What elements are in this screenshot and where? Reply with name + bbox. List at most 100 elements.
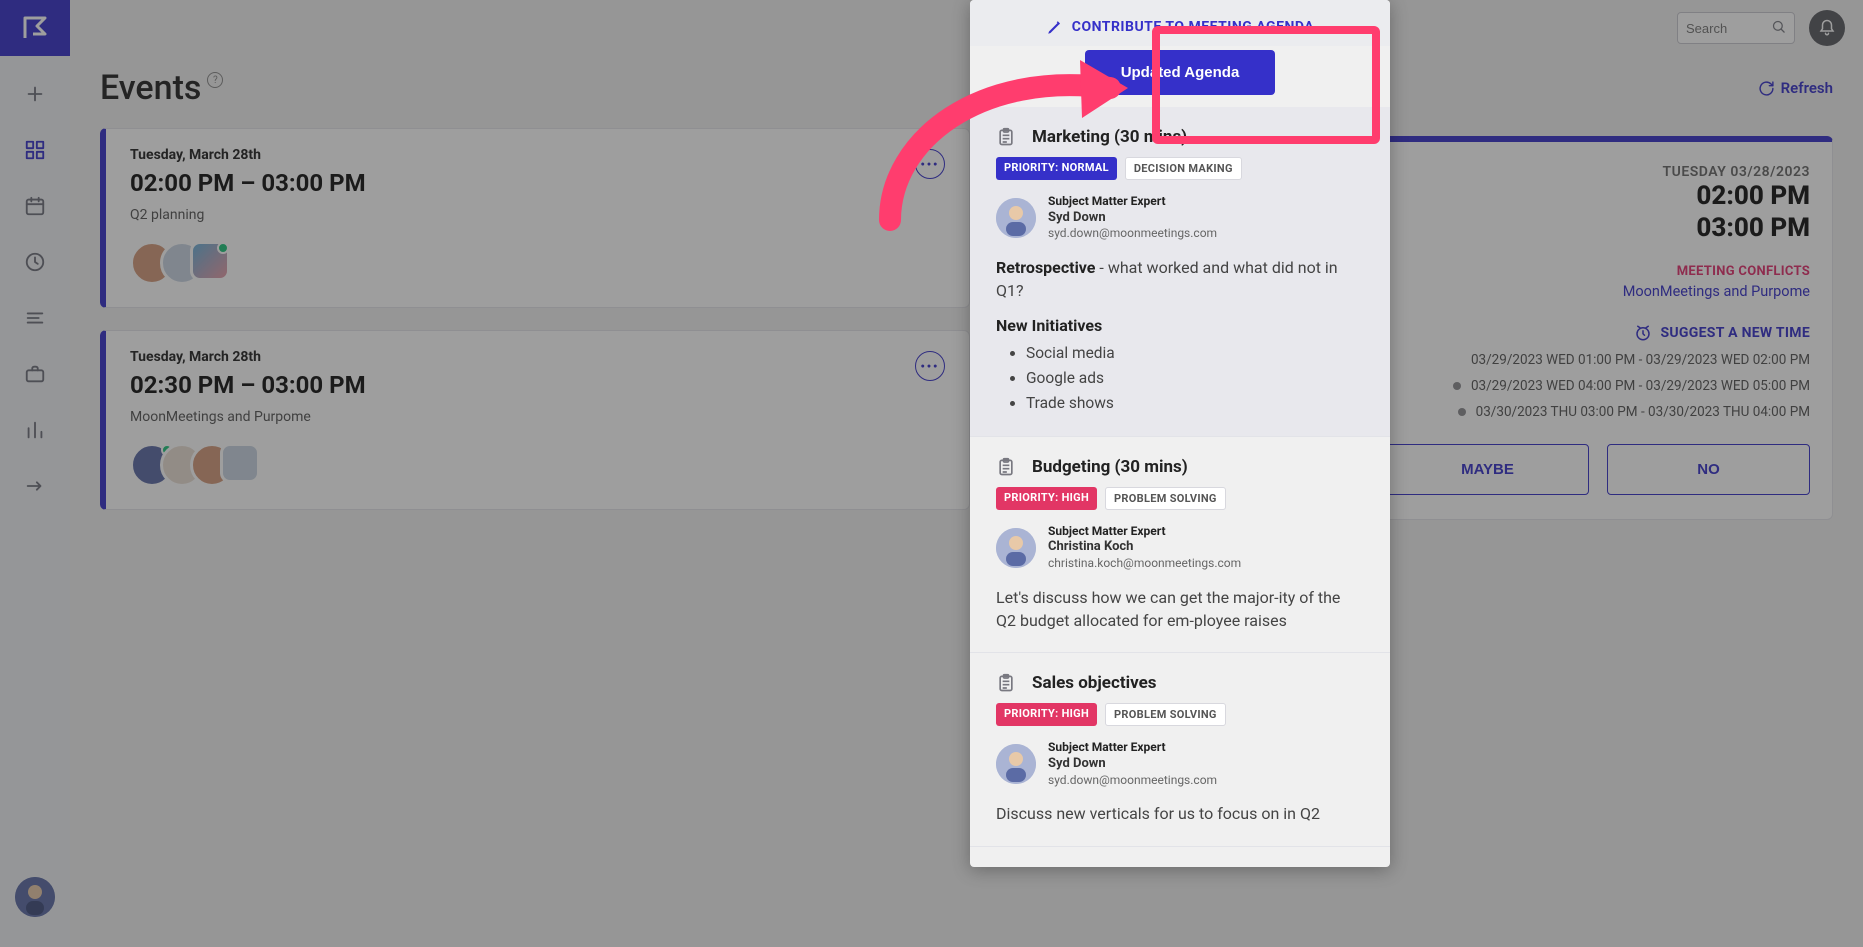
info-icon[interactable]: ? <box>207 72 223 88</box>
detail-end-time: 03:00 PM <box>1386 214 1810 244</box>
slot-text: 03/29/2023 WED 01:00 PM - 03/29/2023 WED… <box>1471 352 1810 368</box>
slot-text: 03/30/2023 THU 03:00 PM - 03/30/2023 THU… <box>1476 404 1810 420</box>
sme-name: Christina Koch <box>1048 539 1241 556</box>
meeting-detail-panel: TUESDAY 03/28/2023 02:00 PM 03:00 PM MEE… <box>1363 136 1833 520</box>
agenda-item: Sales objectivesPRIORITY: HIGHPROBLEM SO… <box>970 653 1390 846</box>
event-time: 02:00 PM – 03:00 PM <box>130 169 945 197</box>
time-slot[interactable]: 03/30/2023 THU 03:00 PM - 03/30/2023 THU… <box>1386 404 1810 420</box>
sme-name: Syd Down <box>1048 756 1217 773</box>
detail-start-time: 02:00 PM <box>1386 182 1810 212</box>
suggest-label: SUGGEST A NEW TIME <box>1660 325 1810 341</box>
app-root: Events ? Refresh Tuesday, March 28th 02:… <box>0 0 1863 947</box>
refresh-icon <box>1758 80 1775 97</box>
slot-text: 03/29/2023 WED 04:00 PM - 03/29/2023 WED… <box>1471 378 1810 394</box>
agenda-panel: CONTRIBUTE TO MEETING AGENDA Updated Age… <box>970 0 1390 867</box>
nav-add[interactable] <box>21 80 49 108</box>
sme-avatar <box>996 744 1036 784</box>
agenda-body[interactable]: Marketing (30 mins) PRIORITY: NORMAL DECIS… <box>970 107 1390 847</box>
agenda-bullet: Trade shows <box>1026 391 1364 416</box>
avatar[interactable] <box>190 241 230 281</box>
agenda-header: CONTRIBUTE TO MEETING AGENDA <box>970 0 1390 46</box>
event-subtitle: MoonMeetings and Purpome <box>130 409 945 425</box>
event-date: Tuesday, March 28th <box>130 147 945 163</box>
conflicts-link[interactable]: MoonMeetings and Purpome <box>1386 283 1810 300</box>
page-title-wrap: Events ? <box>100 68 223 108</box>
sme-block: Subject Matter ExpertSyd Downsyd.down@mo… <box>996 194 1364 242</box>
alarm-icon <box>1634 324 1652 342</box>
category-badge: DECISION MAKING <box>1125 157 1242 180</box>
attendee-avatars <box>130 241 945 285</box>
agenda-subhead: New Initiatives <box>996 316 1364 335</box>
event-card[interactable]: Tuesday, March 28th 02:30 PM – 03:00 PM … <box>100 330 970 510</box>
event-time: 02:30 PM – 03:00 PM <box>130 371 945 399</box>
refresh-label: Refresh <box>1781 79 1833 97</box>
agenda-bullet: Google ads <box>1026 366 1364 391</box>
sme-email: syd.down@moonmeetings.com <box>1048 226 1217 242</box>
agenda-item-title: Marketing (30 mins) <box>1032 127 1187 147</box>
nav-briefcase[interactable] <box>21 360 49 388</box>
refresh-button[interactable]: Refresh <box>1758 79 1833 97</box>
clipboard-icon <box>996 673 1016 693</box>
sidebar <box>0 0 70 947</box>
sme-email: christina.koch@moonmeetings.com <box>1048 556 1241 572</box>
sme-avatar <box>996 528 1036 568</box>
page-header: Events ? Refresh <box>70 56 1863 128</box>
nav-arrow[interactable] <box>21 472 49 500</box>
priority-badge: PRIORITY: NORMAL <box>996 157 1117 180</box>
time-slot[interactable]: 03/29/2023 WED 01:00 PM - 03/29/2023 WED… <box>1386 352 1810 368</box>
sme-block: Subject Matter ExpertSyd Downsyd.down@mo… <box>996 740 1364 788</box>
agenda-item: Budgeting (30 mins) PRIORITY: HIGH PROBLEM… <box>970 437 1390 653</box>
maybe-button[interactable]: MAYBE <box>1386 444 1589 495</box>
conflicts-label: MEETING CONFLICTS <box>1386 264 1810 279</box>
sme-role: Subject Matter Expert <box>1048 194 1217 210</box>
agenda-item: Marketing (30 mins) PRIORITY: NORMAL DECIS… <box>970 107 1390 437</box>
nav-list <box>21 56 49 500</box>
agenda-item-title: Budgeting (30 mins) <box>1032 457 1188 477</box>
action-row: MAYBE NO <box>1386 444 1810 495</box>
search-icon <box>1771 19 1786 38</box>
agenda-desc: Discuss new verticals for us to focus on… <box>996 802 1364 825</box>
sme-role: Subject Matter Expert <box>1048 524 1241 540</box>
topbar <box>70 0 1863 56</box>
event-card[interactable]: Tuesday, March 28th 02:00 PM – 03:00 PM … <box>100 128 970 308</box>
logo[interactable] <box>0 0 70 56</box>
pencil-icon <box>1046 18 1064 36</box>
detail-date: TUESDAY 03/28/2023 <box>1386 164 1810 180</box>
time-slot[interactable]: 03/29/2023 WED 04:00 PM - 03/29/2023 WED… <box>1386 378 1810 394</box>
card-menu-button[interactable]: ●●● <box>915 149 945 179</box>
sme-name: Syd Down <box>1048 210 1217 227</box>
agenda-header-title: CONTRIBUTE TO MEETING AGENDA <box>1072 19 1314 35</box>
sme-role: Subject Matter Expert <box>1048 740 1217 756</box>
event-date: Tuesday, March 28th <box>130 349 945 365</box>
slot-dot-icon <box>1453 382 1461 390</box>
avatar[interactable] <box>220 443 260 483</box>
agenda-bullet: Social media <box>1026 341 1364 366</box>
updated-agenda-button[interactable]: Updated Agenda <box>1085 50 1275 95</box>
priority-badge: PRIORITY: HIGH <box>996 487 1097 510</box>
nav-list-icon[interactable] <box>21 304 49 332</box>
clipboard-icon <box>996 457 1016 477</box>
suggest-time-button[interactable]: SUGGEST A NEW TIME <box>1386 324 1810 342</box>
nav-analytics[interactable] <box>21 416 49 444</box>
event-subtitle: Q2 planning <box>130 207 945 223</box>
nav-calendar[interactable] <box>21 192 49 220</box>
page-title: Events <box>100 68 201 108</box>
attendee-avatars <box>130 443 945 487</box>
search-box[interactable] <box>1677 12 1795 44</box>
notifications-button[interactable] <box>1809 10 1845 46</box>
nav-dashboard[interactable] <box>21 136 49 164</box>
no-button[interactable]: NO <box>1607 444 1810 495</box>
slot-dot-icon <box>1458 408 1466 416</box>
sidebar-user-avatar[interactable] <box>15 877 55 917</box>
search-input[interactable] <box>1686 21 1771 36</box>
card-menu-button[interactable]: ●●● <box>915 351 945 381</box>
nav-history[interactable] <box>21 248 49 276</box>
agenda-desc: Retrospective - what worked and what did… <box>996 256 1364 302</box>
sme-avatar <box>996 198 1036 238</box>
clipboard-icon <box>996 127 1016 147</box>
agenda-item-title: Sales objectives <box>1032 673 1157 693</box>
category-badge: PROBLEM SOLVING <box>1105 703 1226 726</box>
category-badge: PROBLEM SOLVING <box>1105 487 1226 510</box>
sme-block: Subject Matter ExpertChristina Kochchris… <box>996 524 1364 572</box>
agenda-bullet-list: Social mediaGoogle adsTrade shows <box>996 341 1364 415</box>
